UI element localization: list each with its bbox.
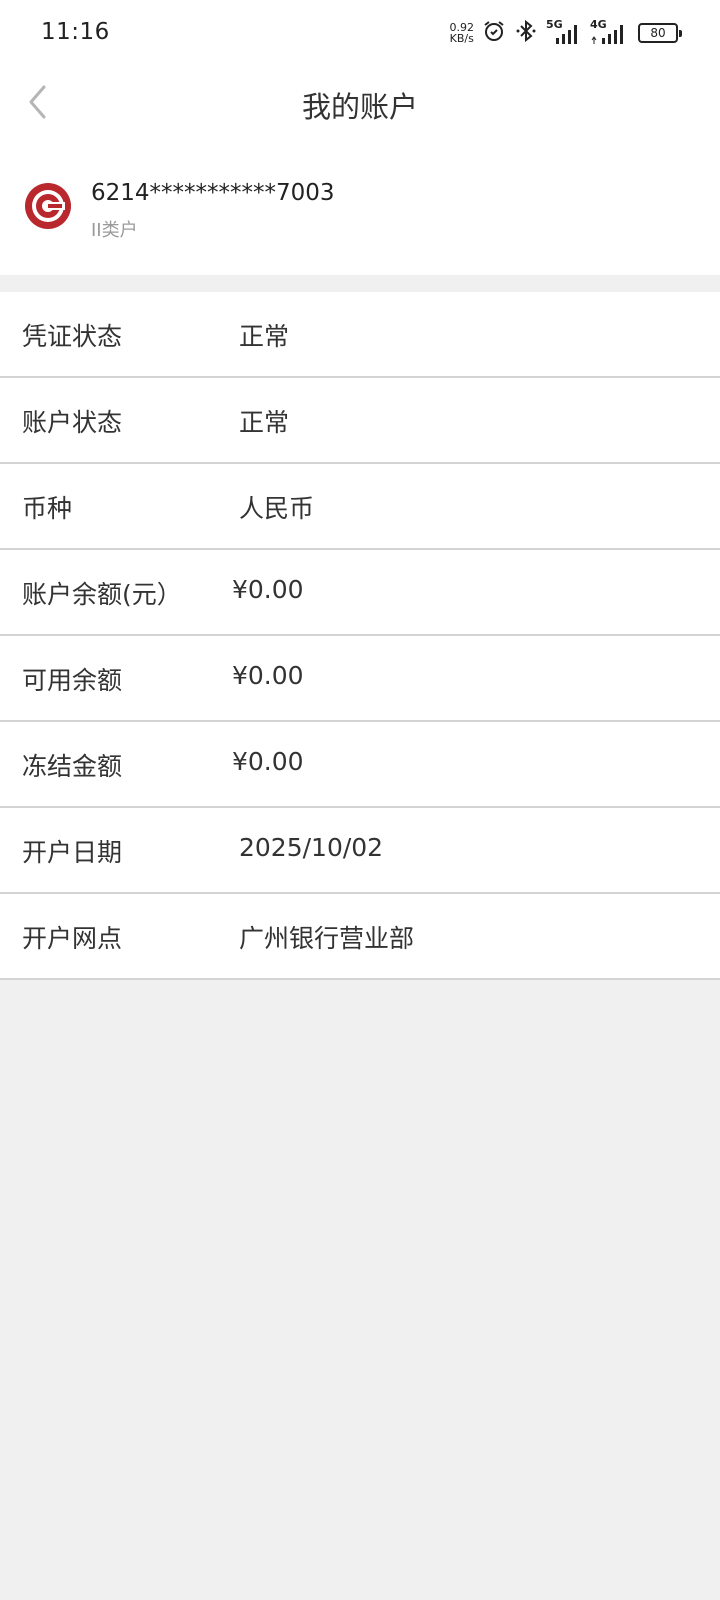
network-speed: 0.92 KB/s [450,22,475,44]
signal-5g-label: 5G [546,18,563,31]
status-icons: 0.92 KB/s 5G 4G 80 [450,18,682,48]
detail-row-currency: 币种 人民币 [0,464,720,550]
battery-icon: 80 [638,23,682,43]
detail-row-account-status: 账户状态 正常 [0,378,720,464]
detail-label: 冻结金额 [22,752,123,781]
header-area: 11:16 0.92 KB/s 5G 4G 80 我的账户 6214******… [0,0,720,275]
nav-bar: 我的账户 [0,66,720,138]
detail-label: 账户状态 [22,408,123,437]
detail-row-open-date: 开户日期 2025/10/02 [0,808,720,894]
bluetooth-icon [514,19,538,47]
detail-label: 开户网点 [22,924,123,953]
signal-5g-icon: 5G [546,18,582,44]
detail-value: 人民币 [239,494,315,523]
detail-value: 广州银行营业部 [239,924,415,953]
account-header: 6214***********7003 II类户 [0,170,720,250]
detail-value: 2025/10/02 [239,833,384,862]
detail-value: ¥0.00 [232,575,304,604]
detail-row-available-balance: 可用余额 ¥0.00 [0,636,720,722]
detail-label: 币种 [22,494,73,523]
page-title: 我的账户 [301,90,418,124]
network-speed-unit: KB/s [449,32,474,45]
detail-value: ¥0.00 [232,661,304,690]
battery-level: 80 [638,23,678,43]
detail-label: 可用余额 [22,666,123,695]
detail-value: ¥0.00 [232,747,304,776]
detail-value: 正常 [239,322,290,351]
account-number: 6214***********7003 [91,180,335,206]
detail-value: 正常 [239,408,290,437]
status-time: 11:16 [41,19,110,45]
detail-row-voucher-status: 凭证状态 正常 [0,292,720,378]
bank-logo-icon [25,183,71,229]
detail-row-open-branch: 开户网点 广州银行营业部 [0,894,720,980]
detail-label: 凭证状态 [22,322,123,351]
detail-label: 开户日期 [22,838,123,867]
account-details-list: 凭证状态 正常 账户状态 正常 币种 人民币 账户余额(元） ¥0.00 可用余… [0,292,720,980]
signal-4g-icon: 4G [590,18,630,44]
detail-row-frozen-amount: 冻结金额 ¥0.00 [0,722,720,808]
status-bar: 11:16 0.92 KB/s 5G 4G 80 [0,0,720,66]
detail-row-balance: 账户余额(元） ¥0.00 [0,550,720,636]
signal-4g-label: 4G [590,18,607,31]
alarm-icon [482,19,506,47]
detail-label: 账户余额(元） [22,580,182,609]
account-type: II类户 [91,220,138,241]
